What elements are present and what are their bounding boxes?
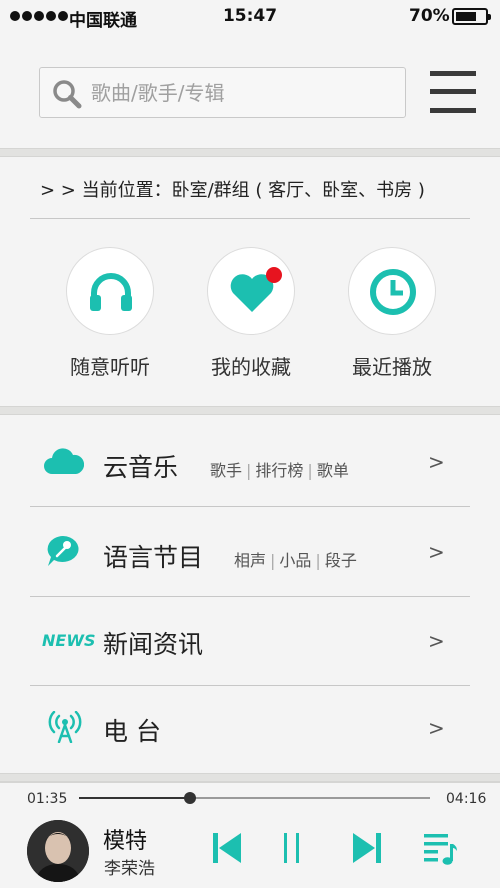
clock-icon — [370, 269, 416, 315]
next-icon[interactable] — [352, 832, 382, 864]
news-icon: NEWS — [42, 631, 96, 650]
now-playing-bar: 01:35 04:16 模特 李荣浩 — [0, 782, 500, 888]
current-time: 01:35 — [27, 791, 68, 807]
battery-percent: 70% — [409, 6, 450, 26]
shortcut-recently-played[interactable]: 最近播放 — [347, 247, 437, 380]
menu-item-radio[interactable]: 电 台 > — [30, 686, 470, 774]
section-divider — [0, 773, 500, 782]
shortcut-circle[interactable] — [66, 247, 154, 335]
search-input[interactable] — [91, 76, 391, 110]
progress-thumb[interactable] — [183, 792, 196, 804]
section-divider — [0, 406, 500, 415]
divider — [30, 506, 470, 507]
total-time: 04:16 — [446, 791, 487, 807]
header — [0, 34, 500, 148]
search-box[interactable] — [39, 67, 406, 118]
microphone-chat-icon — [47, 536, 79, 566]
menu-item-subitems: 相声 | 小品 | 段子 — [234, 551, 357, 570]
headphones-icon — [90, 273, 132, 311]
status-bar: 中国联通 15:47 70% — [0, 0, 500, 34]
radio-antenna-icon — [48, 711, 82, 743]
subitem-singers[interactable]: 歌手 — [210, 461, 242, 480]
shortcut-random-listen[interactable]: 随意听听 — [65, 247, 155, 380]
chevron-right-icon: > — [428, 629, 445, 653]
pause-icon[interactable] — [282, 832, 302, 864]
subitem-jokes[interactable]: 段子 — [325, 551, 357, 570]
divider — [30, 218, 470, 219]
previous-icon[interactable] — [212, 832, 242, 864]
menu-item-news[interactable]: NEWS 新闻资讯 > — [30, 597, 470, 685]
menu-item-title: 电 台 — [103, 717, 161, 746]
menu-item-subitems: 歌手 | 排行榜 | 歌单 — [210, 461, 349, 480]
shortcut-label: 最近播放 — [352, 355, 432, 379]
subitem-playlists[interactable]: 歌单 — [317, 461, 349, 480]
shortcut-my-favorites[interactable]: 我的收藏 — [206, 247, 296, 380]
subitem-charts[interactable]: 排行榜 — [255, 461, 303, 480]
menu-item-title: 云音乐 — [103, 453, 179, 482]
battery-icon — [452, 8, 491, 25]
chevron-right-icon: > — [428, 716, 445, 740]
playlist-icon[interactable] — [423, 832, 459, 866]
chevron-right-icon: > — [428, 450, 445, 474]
artist-photo — [27, 820, 89, 882]
shortcut-label: 随意听听 — [70, 355, 150, 379]
search-icon — [53, 80, 82, 109]
subitem-crosstalk[interactable]: 相声 — [234, 551, 266, 570]
subitem-sketches[interactable]: 小品 — [279, 551, 311, 570]
hamburger-menu-icon[interactable] — [430, 71, 476, 113]
song-title: 模特 — [103, 829, 148, 854]
menu-item-title: 语言节目 — [103, 543, 204, 572]
artist-name: 李荣浩 — [104, 859, 155, 879]
cloud-icon — [44, 448, 84, 474]
shortcut-circle[interactable] — [348, 247, 436, 335]
progress-bar[interactable] — [79, 792, 430, 804]
menu-item-cloud-music[interactable]: 云音乐 歌手 | 排行榜 | 歌单 > — [30, 418, 470, 506]
shortcut-circle[interactable] — [207, 247, 295, 335]
chevron-right-icon: > — [428, 540, 445, 564]
current-location[interactable]: > > 当前位置：卧室/群组 ( 客厅、卧室、书房 ) — [40, 176, 425, 202]
section-divider — [0, 148, 500, 157]
progress-fill — [79, 797, 190, 799]
menu-item-spoken-programs[interactable]: 语言节目 相声 | 小品 | 段子 > — [30, 508, 470, 596]
notification-badge — [266, 267, 282, 283]
shortcut-label: 我的收藏 — [211, 355, 291, 379]
artist-avatar[interactable] — [27, 820, 89, 882]
menu-item-title: 新闻资讯 — [103, 630, 204, 659]
